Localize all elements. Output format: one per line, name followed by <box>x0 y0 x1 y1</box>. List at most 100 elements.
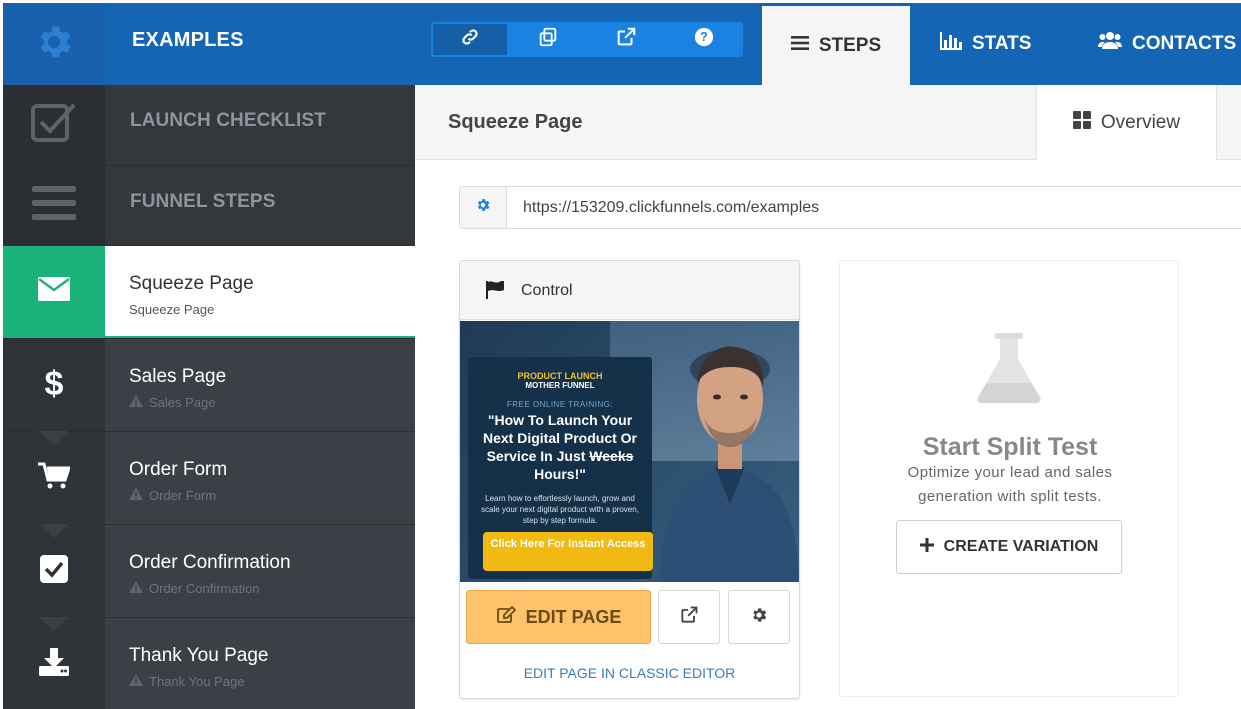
help-button[interactable]: ? <box>665 22 743 57</box>
plus-icon <box>919 537 934 557</box>
grid-icon <box>1072 111 1091 135</box>
external-link-icon <box>615 26 637 53</box>
sidebar-step-squeeze-page[interactable]: Squeeze Page Squeeze Page <box>3 245 415 352</box>
edit-page-button[interactable]: EDIT PAGE <box>466 590 651 644</box>
top-bar: EXAMPLES ? STEPS STATS CONTACTS <box>3 3 1241 85</box>
tab-steps[interactable]: STEPS <box>762 6 910 85</box>
split-test-title: Start Split Test <box>922 433 1098 461</box>
users-icon <box>1098 31 1122 57</box>
step-subtitle: Order Form <box>129 488 216 503</box>
page-header: Squeeze Page Overview <box>415 85 1241 161</box>
tab-contacts[interactable]: CONTACTS <box>1098 3 1236 85</box>
preview-headline: "How To Launch Your Next Digital Product… <box>476 411 644 483</box>
card-header: Control <box>460 261 799 320</box>
flask-icon <box>973 333 1045 410</box>
menu-icon <box>32 185 76 226</box>
preview-brand: PRODUCT LAUNCH <box>517 371 603 381</box>
step-title: Order Confirmation <box>129 552 291 573</box>
split-test-card: Start Split Test Optimize your lead and … <box>839 260 1179 697</box>
tab-steps-label: STEPS <box>818 34 882 56</box>
preview-pre-headline: FREE ONLINE TRAINING: <box>506 400 614 409</box>
sidebar-launch-checklist[interactable]: LAUNCH CHECKLIST <box>3 85 415 165</box>
dollar-icon: $ <box>43 365 65 406</box>
warning-icon <box>129 581 143 596</box>
step-subtitle: Order Confirmation <box>129 581 260 596</box>
tab-stats[interactable]: STATS <box>940 3 1031 85</box>
sidebar-step-order-confirmation[interactable]: Order Confirmation Order Confirmation <box>3 524 415 617</box>
create-variation-button[interactable]: CREATE VARIATION <box>896 520 1122 574</box>
menu-icon <box>790 35 809 57</box>
sidebar-step-order-form[interactable]: Order Form Order Form <box>3 431 415 524</box>
url-settings-button[interactable] <box>460 187 507 228</box>
gear-icon <box>475 197 491 218</box>
edit-classic-editor-link[interactable]: EDIT PAGE IN CLASSIC EDITOR <box>460 665 799 681</box>
url-bar: https://153209.clickfunnels.com/examples <box>459 186 1241 229</box>
app-title: EXAMPLES <box>132 29 244 51</box>
step-subtitle-text: Thank You Page <box>149 674 245 689</box>
bar-chart-icon <box>940 32 962 56</box>
preview-subtext: Learn how to effortlessly launch, grow a… <box>481 494 639 525</box>
preview-optin-panel: PRODUCT LAUNCH MOTHER FUNNEL FREE ONLINE… <box>468 357 653 579</box>
step-title: Squeeze Page <box>129 273 254 294</box>
gear-icon <box>33 21 75 68</box>
sidebar-launch-checklist-label: LAUNCH CHECKLIST <box>130 110 326 131</box>
cart-icon <box>38 462 72 495</box>
preview-page-button[interactable] <box>658 590 720 644</box>
envelope-icon <box>38 276 70 306</box>
tab-overview-label: Overview <box>1100 112 1181 133</box>
step-subtitle: Thank You Page <box>129 674 244 689</box>
step-connector <box>39 524 69 538</box>
sidebar-step-thank-you-page[interactable]: Thank You Page Thank You Page <box>3 617 415 709</box>
page-settings-button[interactable] <box>728 590 790 644</box>
control-variant-card: Control PRODUCT LAUNCH MOTHER FUNNEL FRE… <box>459 260 800 699</box>
preview-headline-strike: Weeks <box>589 448 634 464</box>
edit-page-label: EDIT PAGE <box>525 606 622 627</box>
sidebar-step-sales-page[interactable]: $ Sales Page Sales Page <box>3 338 415 431</box>
step-subtitle: Squeeze Page <box>129 302 214 317</box>
page-preview-thumbnail[interactable]: PRODUCT LAUNCH MOTHER FUNNEL FREE ONLINE… <box>460 321 799 582</box>
tab-contacts-label: CONTACTS <box>1132 33 1237 54</box>
link-icon <box>460 27 480 52</box>
split-test-description: Optimize your lead and sales generation … <box>907 464 1113 505</box>
flag-icon <box>486 280 506 304</box>
variant-label: Control <box>521 282 573 299</box>
copy-button[interactable] <box>509 22 587 57</box>
sidebar: LAUNCH CHECKLIST FUNNEL STEPS Squeeze Pa… <box>3 85 415 709</box>
svg-text:$: $ <box>45 365 64 401</box>
step-connector <box>39 617 69 631</box>
step-connector <box>39 431 69 445</box>
step-title: Thank You Page <box>129 645 269 666</box>
checklist-icon <box>30 101 78 150</box>
step-subtitle: Sales Page <box>129 395 216 410</box>
open-external-button[interactable] <box>587 22 665 57</box>
step-title: Order Form <box>129 459 228 480</box>
create-variation-label: CREATE VARIATION <box>943 538 1099 555</box>
step-subtitle-text: Order Confirmation <box>149 581 260 596</box>
help-icon: ? <box>694 27 714 52</box>
download-icon <box>39 647 69 681</box>
edit-icon <box>496 605 516 629</box>
link-button[interactable] <box>431 22 509 57</box>
external-link-icon <box>679 605 699 630</box>
page-title: Squeeze Page <box>448 111 583 133</box>
copy-icon <box>537 26 559 53</box>
tab-stats-label: STATS <box>972 33 1032 54</box>
person-photo <box>660 346 799 582</box>
preview-cta: Click Here For Instant Access <box>483 532 653 571</box>
warning-icon <box>129 488 143 503</box>
preview-headline-end: Hours!" <box>534 466 586 482</box>
step-subtitle-text: Sales Page <box>149 395 216 410</box>
preview-brand-sub: MOTHER FUNNEL <box>525 381 595 390</box>
funnel-url[interactable]: https://153209.clickfunnels.com/examples <box>523 199 819 217</box>
logo[interactable] <box>3 3 105 85</box>
step-subtitle-text: Order Form <box>149 488 217 503</box>
step-title: Sales Page <box>129 366 227 387</box>
warning-icon <box>129 395 143 410</box>
sidebar-funnel-steps-label: FUNNEL STEPS <box>130 191 276 212</box>
sidebar-funnel-steps[interactable]: FUNNEL STEPS <box>3 165 415 245</box>
tab-overview[interactable]: Overview <box>1036 85 1217 161</box>
funnel-toolbar: ? <box>431 22 743 57</box>
step-subtitle-text: Squeeze Page <box>129 302 215 317</box>
warning-icon <box>129 674 143 689</box>
svg-text:?: ? <box>700 30 708 44</box>
